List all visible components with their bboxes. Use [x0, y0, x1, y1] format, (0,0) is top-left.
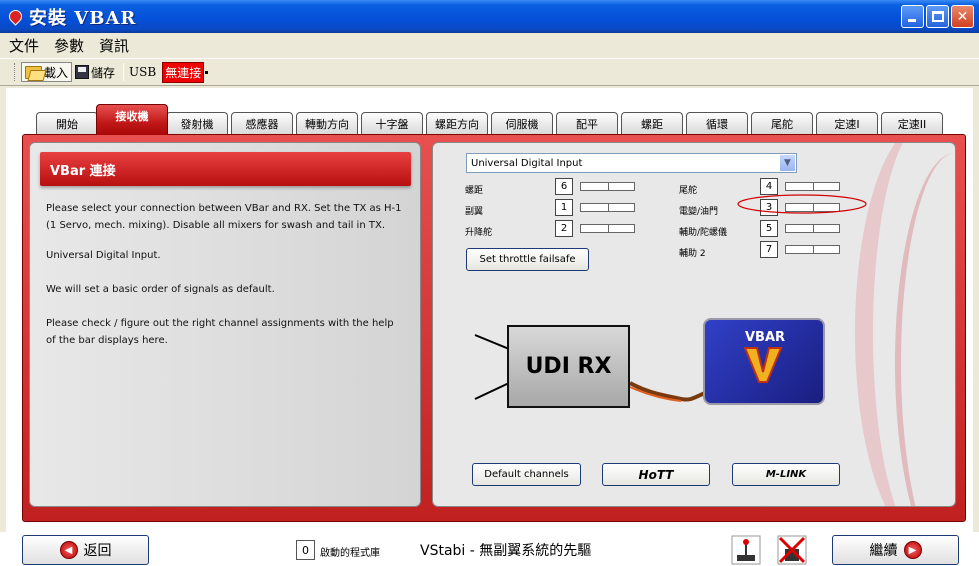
close-icon: ✕	[956, 8, 969, 25]
maximize-button[interactable]	[926, 5, 949, 28]
usb-label: USB	[129, 65, 157, 79]
vbar-unit-graphic: VBAR	[703, 318, 825, 405]
tab-trim[interactable]: 配平	[556, 112, 618, 135]
description-paragraph: Please select your connection between VB…	[46, 203, 402, 231]
save-label: 儲存	[91, 65, 116, 80]
receiver-config-panel: Universal Digital Input ▼ 螺距 6 副翼 1 升降舵 …	[432, 142, 956, 507]
minimize-button[interactable]	[901, 5, 924, 28]
main-area: 開始 接收機 發射機 感應器 轉動方向 十字盤 螺距方向 伺服機 配平 螺距 循…	[6, 88, 973, 566]
tab-transmitter[interactable]: 發射機	[166, 112, 228, 135]
bottom-bar: ◀ 返回 0 啟動的程式庫 VStabi - 無副翼系統的先驅 繼續 ▶	[0, 532, 979, 566]
menu-info[interactable]: 資訊	[99, 35, 129, 56]
udi-rx-label: UDI RX	[525, 354, 612, 379]
window-title: 安裝 VBAR	[29, 7, 137, 29]
arrow-left-icon: ◀	[59, 541, 78, 559]
minimize-icon	[908, 19, 916, 22]
tab-cyclic[interactable]: 循環	[686, 112, 748, 135]
info-panel: VBar 連接 Please select your connection be…	[29, 142, 421, 507]
toolbar: 載入 儲存 USB 無連接	[0, 58, 979, 86]
toolbar-grip[interactable]	[14, 63, 17, 81]
hott-button[interactable]: HoTT	[602, 463, 710, 486]
vbar-logo-icon	[743, 347, 783, 383]
save-button[interactable]: 儲存	[72, 62, 118, 82]
tab-servo[interactable]: 伺服機	[491, 112, 553, 135]
back-label: 返回	[83, 543, 112, 559]
active-programs-count: 0	[296, 540, 315, 560]
maximize-icon	[932, 11, 944, 22]
window-controls: ✕	[901, 5, 974, 28]
connection-status-badge: 無連接	[162, 61, 205, 83]
tab-receiver[interactable]: 接收機	[96, 104, 168, 135]
menu-file[interactable]: 文件	[9, 35, 39, 56]
arrow-right-icon: ▶	[903, 541, 922, 559]
floppy-disk-icon	[75, 65, 90, 79]
tab-swashplate[interactable]: 十字盤	[361, 112, 423, 135]
tab-governor-2[interactable]: 定速II	[881, 112, 943, 135]
active-programs-label: 啟動的程式庫	[320, 548, 380, 559]
joystick-icon[interactable]	[731, 535, 761, 565]
toolbar-separator	[123, 63, 125, 81]
panel-title: VBar 連接	[40, 152, 411, 186]
description-paragraph: Please check / figure out the right chan…	[46, 318, 394, 346]
tab-rotation-direction[interactable]: 轉動方向	[296, 112, 358, 135]
tab-pitch[interactable]: 螺距	[621, 112, 683, 135]
title-bar: 安裝 VBAR ✕	[0, 0, 979, 33]
close-button[interactable]: ✕	[951, 5, 974, 28]
default-channels-button[interactable]: Default channels	[472, 463, 581, 486]
continue-label: 繼續	[869, 543, 898, 559]
menu-parameters[interactable]: 參數	[54, 35, 84, 56]
tab-start[interactable]: 開始	[36, 112, 98, 135]
tab-pitch-direction[interactable]: 螺距方向	[426, 112, 488, 135]
mlink-button[interactable]: M-LINK	[732, 463, 840, 486]
load-button[interactable]: 載入	[21, 62, 73, 82]
continue-button[interactable]: 繼續 ▶	[832, 535, 959, 565]
disconnect-icon[interactable]	[777, 535, 807, 565]
description-paragraph: Universal Digital Input.	[46, 250, 161, 261]
tab-sensor[interactable]: 感應器	[231, 112, 293, 135]
back-button[interactable]: ◀ 返回	[22, 535, 149, 565]
tab-tail[interactable]: 尾舵	[751, 112, 813, 135]
description-paragraph: We will set a basic order of signals as …	[46, 284, 275, 295]
open-folder-icon	[25, 65, 42, 79]
udi-rx-graphic: UDI RX	[507, 325, 630, 408]
content-frame: VBar 連接 Please select your connection be…	[22, 134, 966, 522]
load-label: 載入	[44, 65, 69, 80]
tab-governor-1[interactable]: 定速I	[816, 112, 878, 135]
menu-bar: 文件 參數 資訊	[0, 33, 979, 57]
vbar-label: VBAR	[745, 330, 786, 345]
status-indicator-dot	[205, 70, 209, 74]
vbar-app-icon[interactable]	[7, 9, 23, 25]
slogan-text: VStabi - 無副翼系統的先驅	[420, 543, 592, 559]
